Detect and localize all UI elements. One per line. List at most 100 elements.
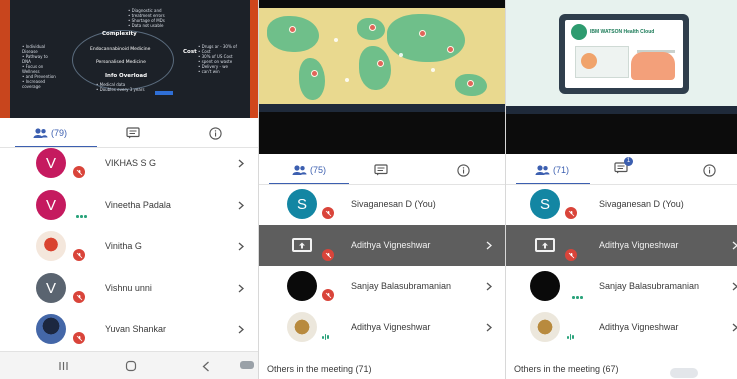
participant-name: Vineetha Padala <box>105 200 171 210</box>
share-letterbox <box>259 112 505 154</box>
scroll-handle[interactable] <box>670 368 698 378</box>
slide-node: Info Overload <box>105 73 148 79</box>
info-icon <box>456 163 470 177</box>
others-in-meeting[interactable]: Others in the meeting (67) <box>514 364 619 374</box>
map-dot <box>431 68 435 72</box>
avatar: V <box>36 273 66 303</box>
participant-row[interactable]: V Vishnu unni <box>0 268 258 309</box>
slide-note: • Diagnostic and • treatment errors • Shor… <box>128 8 165 28</box>
tab-chat[interactable] <box>366 155 396 185</box>
chevron-right-icon[interactable] <box>236 241 246 251</box>
profile-card <box>575 46 629 78</box>
participants-count: (71) <box>552 165 569 175</box>
avatar: S <box>287 189 317 219</box>
participant-row[interactable]: Sanjay Balasubramanian <box>506 266 737 307</box>
screen-share-icon <box>292 238 312 252</box>
chevron-right-icon[interactable] <box>236 200 246 210</box>
continent-africa <box>359 46 391 90</box>
others-in-meeting[interactable]: Others in the meeting (71) <box>267 364 372 374</box>
participant-name: Adithya Vigneshwar <box>599 322 679 332</box>
participant-name: Sivaganesan D (You) <box>351 199 436 209</box>
map-dot <box>345 78 349 82</box>
map-pin <box>467 80 474 87</box>
slide-edge-right <box>250 0 258 118</box>
avatar-photo <box>530 271 560 301</box>
android-nav-bar <box>0 351 258 379</box>
speaking-dots-icon <box>76 215 87 218</box>
participants-count: (75) <box>309 165 326 175</box>
tab-participants[interactable]: (75) <box>279 155 339 185</box>
slide-highlight <box>155 91 173 95</box>
mic-off-icon <box>73 166 85 178</box>
map-pin <box>419 30 426 37</box>
chevron-right-icon[interactable] <box>236 158 246 168</box>
participant-name: Vishnu unni <box>105 283 152 293</box>
tab-info[interactable] <box>694 155 724 185</box>
share-letterbox <box>506 114 737 154</box>
mic-off-icon <box>565 249 577 261</box>
back-button[interactable] <box>198 358 214 374</box>
participant-name: Sivaganesan D (You) <box>599 199 684 209</box>
home-button[interactable] <box>123 358 139 374</box>
participant-row[interactable]: Sanjay Balasubramanian <box>259 266 505 307</box>
participant-row[interactable]: Yuvan Shankar <box>0 309 258 350</box>
participant-name: Adithya Vigneshwar <box>351 322 431 332</box>
info-icon <box>702 163 716 177</box>
participant-row[interactable]: V VIKHAS S G <box>0 143 258 184</box>
participant-row-sharing[interactable]: Adithya Vigneshwar <box>506 225 737 266</box>
recents-button[interactable] <box>55 358 71 374</box>
tab-bar: (75) <box>259 155 505 185</box>
continent-south-america <box>299 58 325 100</box>
slide-note: • Medical data • Doubles every 3 years <box>96 82 145 92</box>
mic-off-icon <box>322 249 334 261</box>
slide-note: • Drugs ar - 30% of • Cost • 30% of US Cos… <box>198 44 237 74</box>
participant-row[interactable]: S Sivaganesan D (You) <box>506 184 737 225</box>
participant-name: Sanjay Balasubramanian <box>351 281 452 291</box>
meeting-panel-2: (75) S Sivaganesan D (You) Adithya Vigne… <box>258 0 505 379</box>
speaking-icon <box>567 334 574 340</box>
slide-note: • Individual Disease • Pathway to DNA • Fo… <box>22 44 56 89</box>
map-dot <box>334 38 338 42</box>
avatar: V <box>36 190 66 220</box>
status-chip <box>239 361 254 369</box>
shared-screen-world-map <box>259 8 505 116</box>
three-screenshot-collage: • Diagnostic and • treatment errors • Shor… <box>0 0 737 379</box>
chevron-right-icon[interactable] <box>236 283 246 293</box>
chevron-right-icon[interactable] <box>484 322 494 332</box>
participant-row-sharing[interactable]: Adithya Vigneshwar <box>259 225 505 266</box>
taskbar <box>506 106 737 114</box>
chevron-right-icon[interactable] <box>730 240 737 250</box>
mic-off-icon <box>73 291 85 303</box>
participant-row[interactable]: Vinitha G <box>0 226 258 267</box>
hand-illustration <box>631 52 675 80</box>
tab-chat[interactable]: 1 <box>606 155 636 185</box>
mic-off-icon <box>73 249 85 261</box>
people-icon <box>292 165 307 175</box>
chevron-right-icon[interactable] <box>484 240 494 250</box>
tab-info[interactable] <box>448 155 478 185</box>
slide-edge-left <box>0 0 10 118</box>
participant-name: Yuvan Shankar <box>105 324 167 334</box>
participant-row[interactable]: Adithya Vigneshwar <box>506 307 737 348</box>
participant-row[interactable]: Adithya Vigneshwar <box>259 307 505 348</box>
chevron-right-icon[interactable] <box>236 324 246 334</box>
map-pin <box>447 46 454 53</box>
chevron-right-icon[interactable] <box>730 281 737 291</box>
avatar-photo <box>287 271 317 301</box>
shared-screen-concept-map: • Diagnostic and • treatment errors • Shor… <box>0 0 258 118</box>
tab-participants[interactable]: (71) <box>524 155 580 185</box>
chat-icon <box>374 164 388 176</box>
participant-name: VIKHAS S G <box>105 158 157 168</box>
people-icon <box>535 165 550 175</box>
avatar: V <box>36 148 66 178</box>
chevron-right-icon[interactable] <box>730 322 737 332</box>
mic-off-icon <box>73 332 85 344</box>
slide-node: Endocannabinoid Medicine <box>90 47 151 52</box>
mic-off-icon <box>565 207 577 219</box>
chevron-right-icon[interactable] <box>484 281 494 291</box>
unread-badge: 1 <box>624 157 633 166</box>
participant-row[interactable]: S Sivaganesan D (You) <box>259 184 505 225</box>
avatar-photo <box>530 312 560 342</box>
info-icon <box>208 126 222 140</box>
participant-row[interactable]: V Vineetha Padala <box>0 185 258 226</box>
